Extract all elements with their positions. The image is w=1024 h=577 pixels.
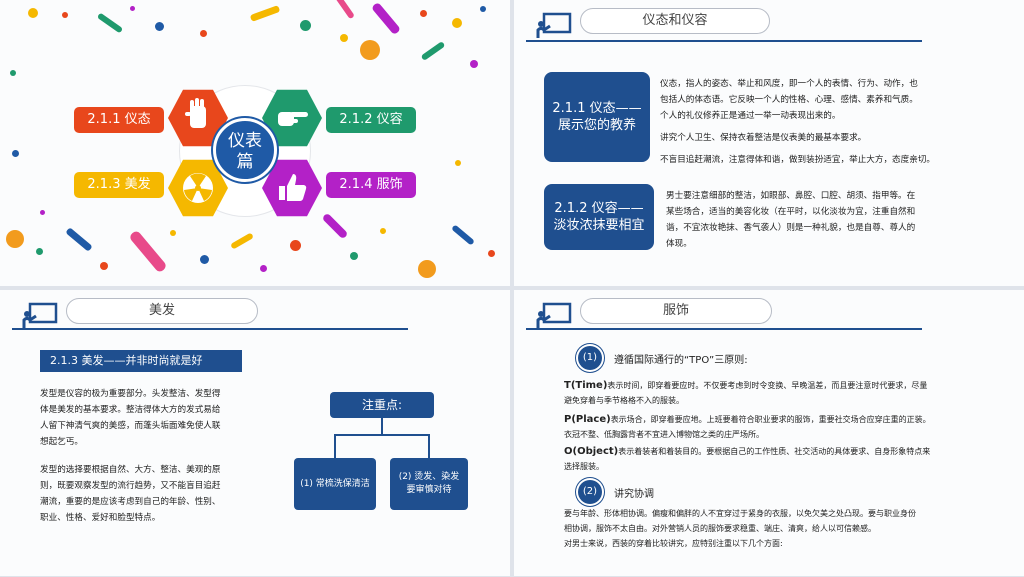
center-title-line1: 仪表 xyxy=(228,131,262,151)
hair-text-line: 人留下神清气爽的美感，而蓬头垢面难免使人联 xyxy=(40,421,221,431)
appearance-box-line1: 2.1.2 仪容—— xyxy=(554,201,644,216)
presentation-board-icon xyxy=(536,302,572,328)
etiquette-text-line: 仪态，指人的姿态、举止和风度，即一个人的表情、行为、动作，也 xyxy=(660,79,918,89)
tpo-place-text: 表示场合，即穿着要应地。上班要着符合职业要求的服饰，重要社交场合应穿庄重的正装。 xyxy=(610,415,931,424)
coordination-line: 相协调，服饰不太自由。对外营销人员的服饰要求稳重、端庄、清爽，给人以可信赖感。 xyxy=(564,524,876,533)
slide-title: 服饰 xyxy=(580,298,772,324)
connector xyxy=(381,418,383,434)
number-badge-1: (1) xyxy=(578,346,602,370)
focus-right-line2: 要审慎对待 xyxy=(406,485,452,495)
tpo-time-label: T(Time) xyxy=(564,380,608,391)
tpo-object-text2: 选择服装。 xyxy=(564,462,604,471)
center-title-line2: 篇 xyxy=(236,152,254,172)
tpo-time: T(Time)表示时间，即穿着要应时。不仅要考虑到时令变换、早晚温差，而且要注意… xyxy=(564,378,1016,408)
hair-text-line: 发型是仪容的极为重要部分。头发整洁、发型得 xyxy=(40,389,221,399)
focus-left-box: (1) 常梳洗保清洁 xyxy=(294,458,376,510)
etiquette-box-line1: 2.1.1 仪态—— xyxy=(552,101,642,116)
tag-hair[interactable]: 2.1.3 美发 xyxy=(74,172,164,198)
hair-text-line: 想起乞丐。 xyxy=(40,437,83,447)
appearance-text-line: 某些场合，适当的美容化妆（在平时，以化淡妆为宜，注重自然和 xyxy=(666,207,916,217)
hair-paragraph-1: 发型是仪容的极为重要部分。头发整洁、发型得 体是美发的基本要求。整洁得体大方的发… xyxy=(40,386,254,450)
tpo-time-text2: 避免穿着与季节格格不入的服装。 xyxy=(564,396,684,405)
hair-text-line: 则，既要观察发型的流行趋势，又不能盲目追赶 xyxy=(40,481,221,491)
tpo-time-text: 表示时间，即穿着要应时。不仅要考虑到时令变换、早晚温差，而且要注意时代要求，尽量 xyxy=(607,381,928,390)
tpo-object: O(Object)表示着装者和着装目的。要根据自己的工作性质、社交活动的具体要求… xyxy=(564,444,1016,474)
coordination-line: 对男士来说，西装的穿着比较讲究，应特别注重以下几个方面: xyxy=(564,539,783,548)
etiquette-text: 仪态，指人的姿态、举止和风度，即一个人的表情、行为、动作，也 包括人的体态语。它… xyxy=(660,76,1020,168)
connector xyxy=(334,434,430,436)
connector xyxy=(334,434,336,458)
slide-2[interactable]: 仪态和仪容 2.1.1 仪态—— 展示您的教养 仪态，指人的姿态、举止和风度，即… xyxy=(514,0,1024,286)
hair-text-line: 体是美发的基本要求。整洁得体大方的发式易给 xyxy=(40,405,221,415)
slide-grid: 仪表 篇 2.1.1 仪态 2.1.2 仪容 2.1.3 美发 2.1.4 服饰… xyxy=(0,0,1024,577)
tpo-object-label: O(Object) xyxy=(564,446,619,457)
slide-3[interactable]: 美发 2.1.3 美发——并非时尚就是好 发型是仪容的极为重要部分。头发整洁、发… xyxy=(0,290,510,576)
presentation-board-icon xyxy=(536,12,572,38)
tag-appearance[interactable]: 2.1.2 仪容 xyxy=(326,107,416,133)
appearance-text-line: 谐，不宜浓妆艳抹、香气袭人）则是一种礼貌，也是自尊、尊人的 xyxy=(666,223,916,233)
hair-text-line: 发型的选择要根据自然、大方、整洁、美观的原 xyxy=(40,465,221,475)
tag-etiquette[interactable]: 2.1.1 仪态 xyxy=(74,107,164,133)
section-heading-2: 讲究协调 xyxy=(614,489,654,500)
tpo-object-text: 表示着装者和着装目的。要根据自己的工作性质、社交活动的具体要求、自身形象特点来 xyxy=(618,447,931,456)
header-divider xyxy=(12,328,408,330)
slide-4[interactable]: 服饰 (1) 遵循国际通行的“TPO”三原则: T(Time)表示时间，即穿着要… xyxy=(514,290,1024,576)
tpo-place-text2: 衣冠不整、低胸露背者不宜进入博物馆之类的庄严场所。 xyxy=(564,430,764,439)
etiquette-text-line: 不盲目追赶潮流，注意得体和谐，做到装扮适宜，举止大方，态度亲切。 xyxy=(660,155,936,165)
hair-paragraph-2: 发型的选择要根据自然、大方、整洁、美观的原 则，既要观察发型的流行趋势，又不能盲… xyxy=(40,462,254,526)
hair-text-line: 职业、性格、爱好和脸型特点。 xyxy=(40,513,161,523)
slide-1[interactable]: 仪表 篇 2.1.1 仪态 2.1.2 仪容 2.1.3 美发 2.1.4 服饰 xyxy=(0,0,510,286)
appearance-text-line: 体现。 xyxy=(666,239,692,249)
hair-text-line: 潮流，重要的是应该考虑到自己的年龄、性别、 xyxy=(40,497,221,507)
slide-title: 美发 xyxy=(66,298,258,324)
section-subtitle: 2.1.3 美发——并非时尚就是好 xyxy=(40,350,242,372)
tpo-place: P(Place)表示场合，即穿着要应地。上班要着符合职业要求的服饰，重要社交场合… xyxy=(564,412,1016,442)
number-badge-2: (2) xyxy=(578,480,602,504)
etiquette-box-line2: 展示您的教养 xyxy=(557,118,636,133)
appearance-box: 2.1.2 仪容—— 淡妆浓抹要相宜 xyxy=(544,184,654,250)
coordination-line: 要与年龄、形体相协调。偏瘦和偏胖的人不宜穿过于紧身的衣服，以免欠美之处凸现。要与… xyxy=(564,509,916,518)
etiquette-text-line: 讲究个人卫生、保持衣着整洁是仪表美的最基本要求。 xyxy=(660,133,867,143)
etiquette-text-line: 个人的礼仪修养正是通过一举一动表现出来的。 xyxy=(660,111,841,121)
etiquette-box: 2.1.1 仪态—— 展示您的教养 xyxy=(544,72,650,162)
appearance-text-line: 男士要注意细部的整洁，如眼部、鼻腔、口腔、胡须、指甲等。在 xyxy=(666,191,916,201)
center-badge: 仪表 篇 xyxy=(213,118,277,182)
appearance-box-line2: 淡妆浓抹要相宜 xyxy=(553,218,645,233)
slide-title: 仪态和仪容 xyxy=(580,8,770,34)
tag-clothing[interactable]: 2.1.4 服饰 xyxy=(326,172,416,198)
presentation-board-icon xyxy=(22,302,58,328)
tpo-place-label: P(Place) xyxy=(564,414,611,425)
appearance-text: 男士要注意细部的整洁，如眼部、鼻腔、口腔、胡须、指甲等。在 某些场合，适当的美容… xyxy=(666,188,1018,252)
focus-root-box: 注重点: xyxy=(330,392,434,418)
header-divider xyxy=(526,40,922,42)
coordination-text: 要与年龄、形体相协调。偏瘦和偏胖的人不宜穿过于紧身的衣服，以免欠美之处凸现。要与… xyxy=(564,506,1016,551)
connector xyxy=(428,434,430,458)
section-heading-1: 遵循国际通行的“TPO”三原则: xyxy=(614,355,748,366)
focus-right-line1: (2) 烫发、染发 xyxy=(398,472,460,482)
focus-right-box: (2) 烫发、染发 要审慎对待 xyxy=(390,458,468,510)
etiquette-text-line: 包括人的体态语。它反映一个人的性格、心理、感情、素养和气质。 xyxy=(660,95,918,105)
header-divider xyxy=(526,328,922,330)
